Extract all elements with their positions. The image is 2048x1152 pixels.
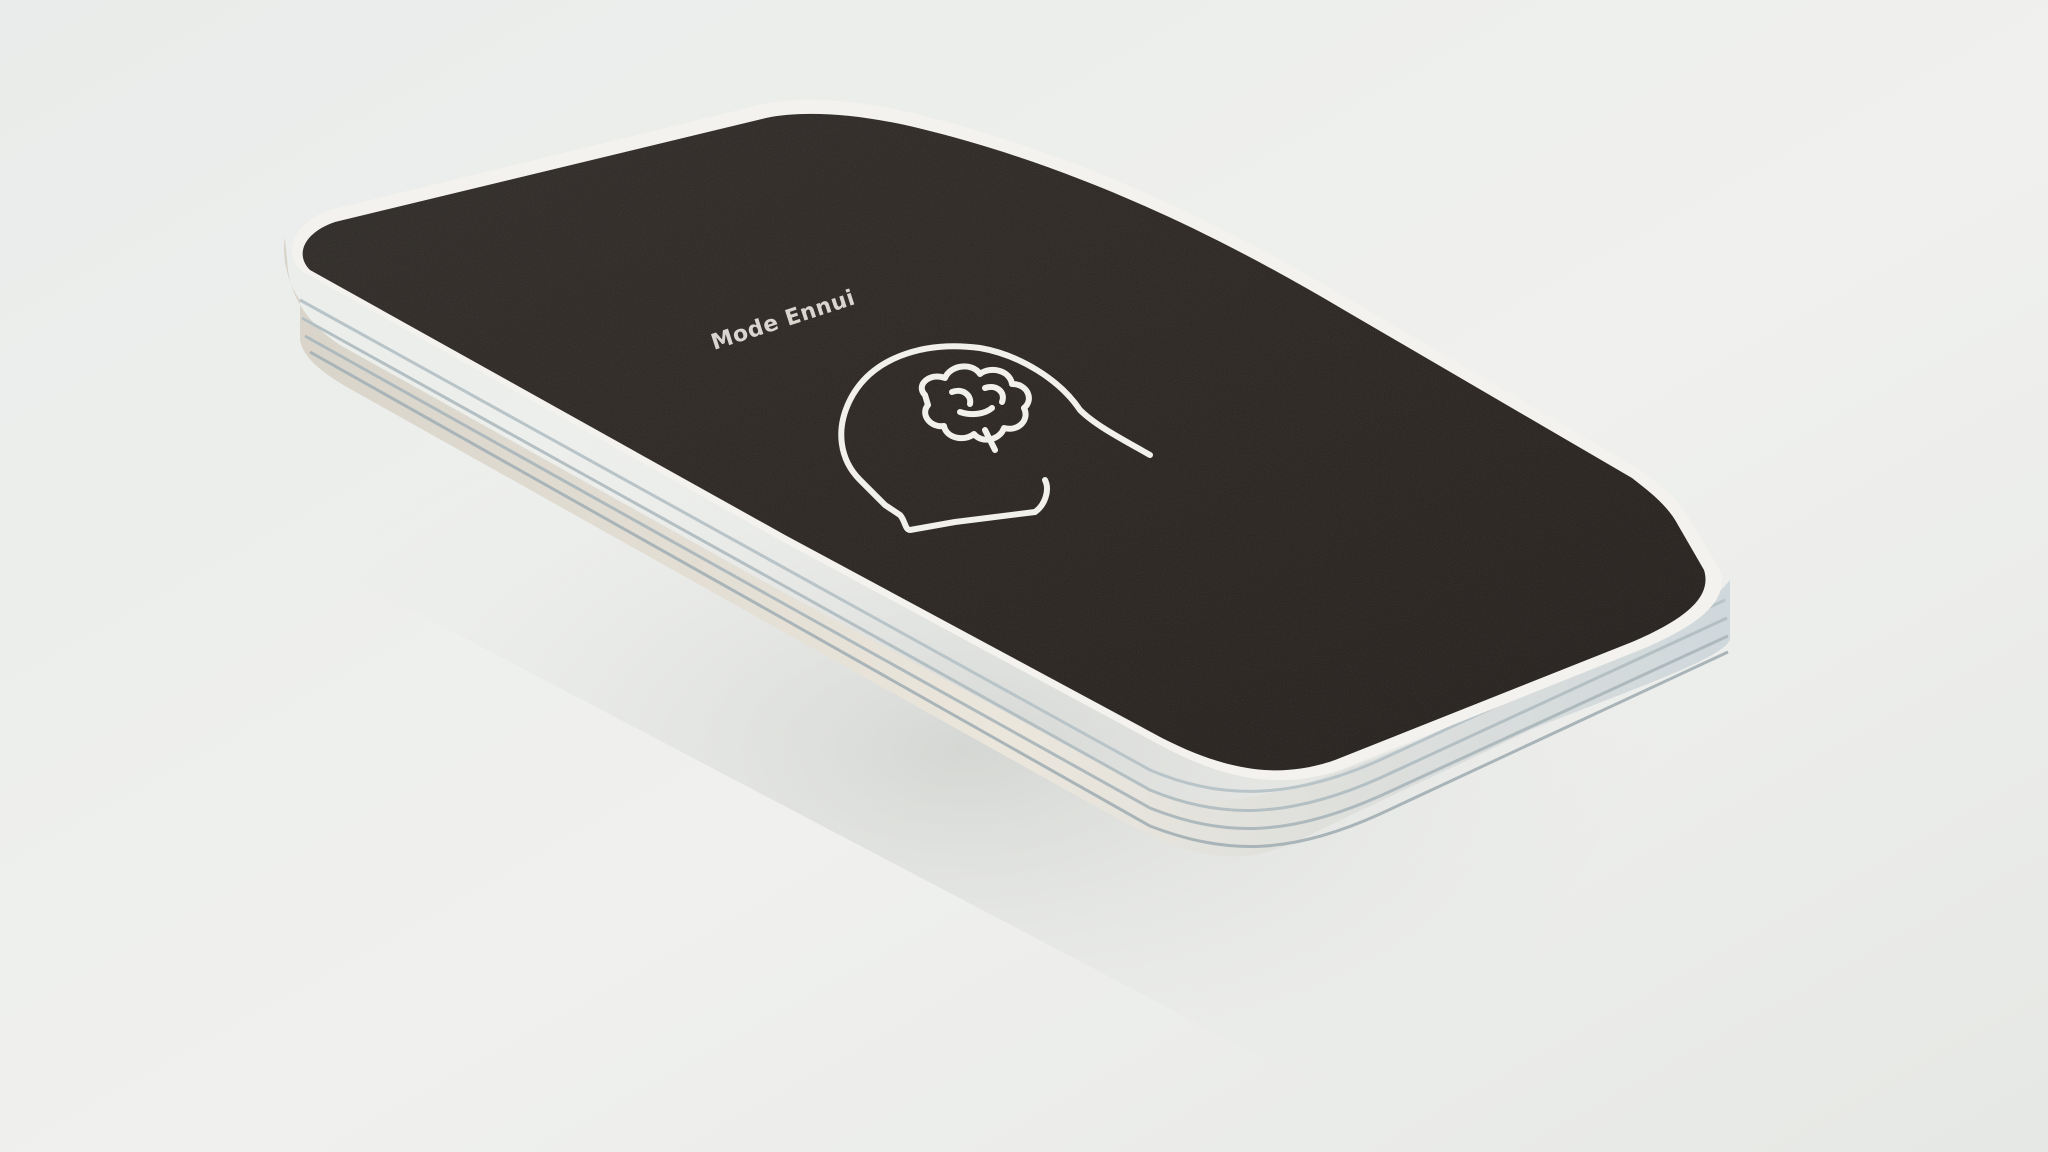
photo-scene: Mode Ennui — [0, 0, 2048, 1152]
scene-svg: Mode Ennui — [0, 0, 2048, 1152]
